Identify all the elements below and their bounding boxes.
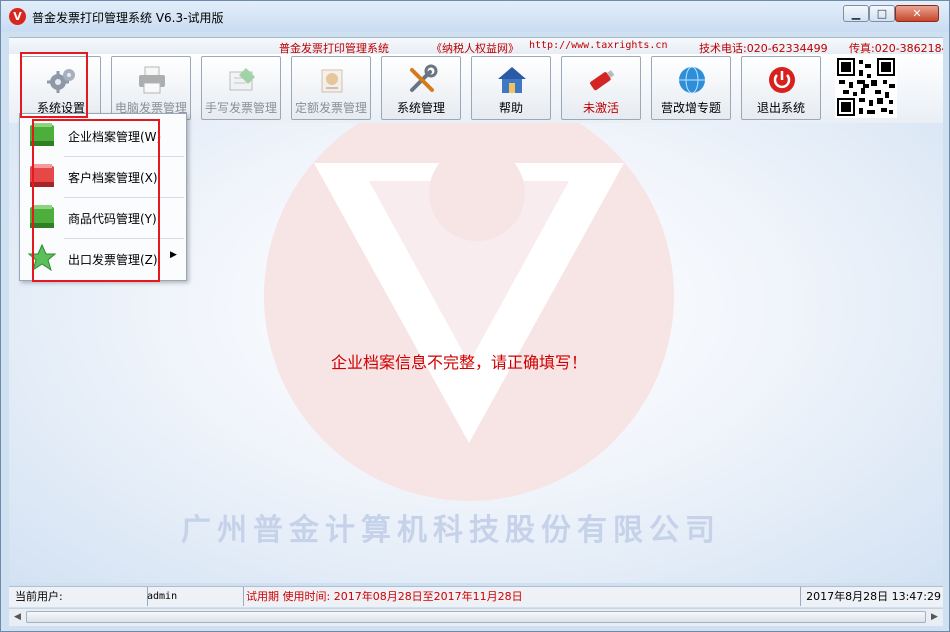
status-user-value: admin <box>142 587 244 606</box>
status-datetime: 2017年8月28日 13:47:29 <box>806 590 941 603</box>
help-house-icon <box>498 67 526 93</box>
toolbar-vat-topic-button[interactable]: 营改增专题 <box>651 56 731 120</box>
usb-key-icon <box>590 70 615 91</box>
toolbar-label: 退出系统 <box>756 101 805 115</box>
toolbar-label: 营改增专题 <box>660 101 721 115</box>
printer-icon <box>139 66 165 94</box>
submenu-arrow-icon: ▶ <box>170 250 177 260</box>
status-trial-period: 试用期 使用时间: 2017年08月28日至2017年11月28日 <box>243 587 801 606</box>
toolbar-exit-button[interactable]: 退出系统 <box>741 56 821 120</box>
toolbar-label: 手写发票管理 <box>204 101 277 115</box>
infobar-product: 普金发票打印管理系统 <box>279 42 389 55</box>
toolbar-help-button[interactable]: 帮助 <box>471 56 551 120</box>
infobar-phone: 技术电话:020-62334499 <box>699 42 828 55</box>
toolbar-label: 未激活 <box>582 101 619 115</box>
scroll-left-icon[interactable]: ◀ <box>9 609 26 626</box>
toolbar-computer-invoice-button[interactable]: 电脑发票管理 <box>111 56 191 120</box>
highlight-box <box>32 119 160 282</box>
toolbar-label: 系统管理 <box>396 101 445 115</box>
highlight-box <box>20 52 88 118</box>
toolbar-fixed-invoice-button[interactable]: 定额发票管理 <box>291 56 371 120</box>
toolbar-not-activated-button[interactable]: 未激活 <box>561 56 641 120</box>
title-bar: V 普金发票打印管理系统 V6.3-试用版 ▁ □ ✕ <box>1 1 949 32</box>
minimize-button[interactable]: ▁ <box>843 5 869 22</box>
scrollbar-thumb[interactable] <box>26 611 926 623</box>
toolbar-system-management-button[interactable]: 系统管理 <box>381 56 461 120</box>
qr-code-icon <box>835 56 897 118</box>
toolbar-handwritten-invoice-button[interactable]: 手写发票管理 <box>201 56 281 120</box>
infobar-site-link[interactable]: http://www.taxrights.cn <box>529 40 667 51</box>
info-bar: 普金发票打印管理系统 《纳税人权益网》 http://www.taxrights… <box>9 37 943 55</box>
horizontal-scrollbar[interactable]: ◀ ▶ <box>9 608 943 626</box>
status-bar: 当前用户: admin 试用期 使用时间: 2017年08月28日至2017年1… <box>9 586 943 607</box>
fixed-invoice-icon <box>321 69 343 93</box>
power-icon <box>769 67 795 93</box>
toolbar-label: 定额发票管理 <box>294 101 367 115</box>
status-user-label: 当前用户: <box>9 587 148 606</box>
globe-icon <box>679 66 705 94</box>
close-button[interactable]: ✕ <box>895 5 939 22</box>
window-title: 普金发票打印管理系统 V6.3-试用版 <box>32 11 224 25</box>
company-name-watermark: 广州普金计算机科技股份有限公司 <box>181 513 721 548</box>
toolbar-label: 帮助 <box>498 101 523 115</box>
scroll-right-icon[interactable]: ▶ <box>926 609 943 626</box>
app-logo-icon: V <box>9 8 26 25</box>
tools-icon <box>410 64 438 92</box>
incomplete-profile-message: 企业档案信息不完整，请正确填写！ <box>331 353 588 372</box>
handwrite-icon <box>229 68 255 91</box>
infobar-fax: 传真:020-3862184 <box>849 42 943 55</box>
app-window: V 普金发票打印管理系统 V6.3-试用版 ▁ □ ✕ 普金发票打印管理系统 《… <box>0 0 950 632</box>
maximize-button[interactable]: □ <box>869 5 895 22</box>
infobar-site-name: 《纳税人权益网》 <box>431 42 519 55</box>
